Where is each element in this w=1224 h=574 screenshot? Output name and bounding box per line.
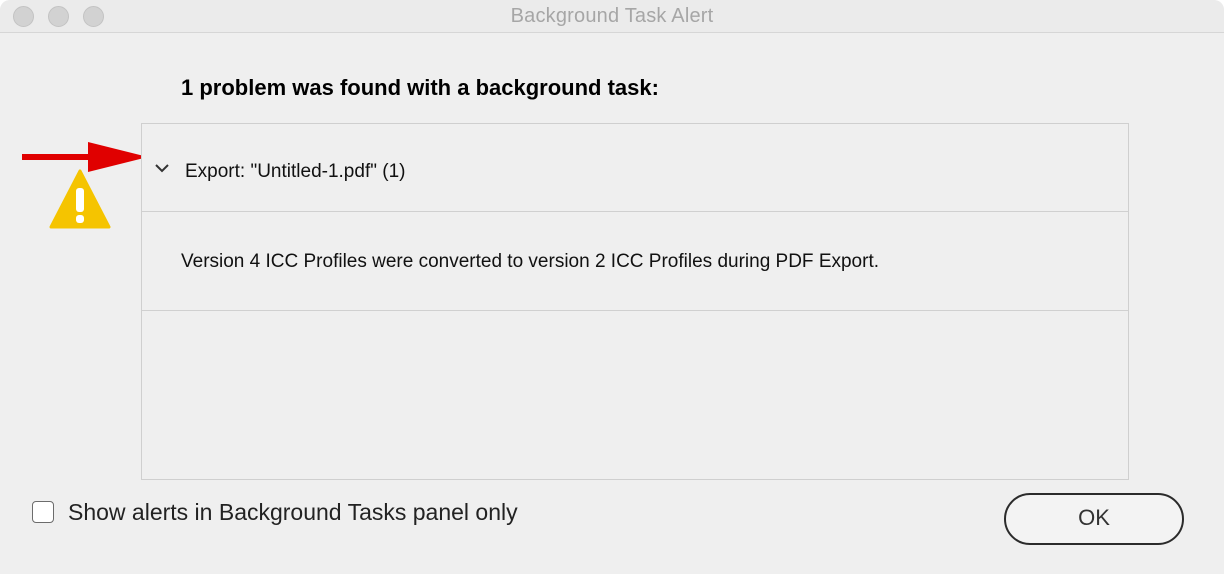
alert-heading: 1 problem was found with a background ta… [181, 75, 659, 100]
window-title: Background Task Alert [510, 5, 714, 27]
warning-triangle-icon [49, 169, 111, 229]
show-alerts-checkbox-label[interactable]: Show alerts in Background Tasks panel on… [68, 499, 518, 526]
chevron-down-icon[interactable] [154, 162, 170, 174]
task-detail-text: Version 4 ICC Profiles were converted to… [181, 251, 880, 272]
task-row-export[interactable]: Export: "Untitled-1.pdf" (1) [142, 124, 1128, 212]
task-problems-panel: Export: "Untitled-1.pdf" (1) Version 4 I… [141, 123, 1129, 480]
show-alerts-checkbox[interactable] [32, 501, 54, 523]
task-label: Export: "Untitled-1.pdf" (1) [185, 161, 406, 182]
alert-window: Background Task Alert 1 problem was foun… [0, 0, 1224, 574]
ok-button[interactable]: OK [1004, 493, 1184, 545]
task-detail-row: Version 4 ICC Profiles were converted to… [142, 211, 1128, 311]
title-bar[interactable]: Background Task Alert [0, 0, 1224, 33]
